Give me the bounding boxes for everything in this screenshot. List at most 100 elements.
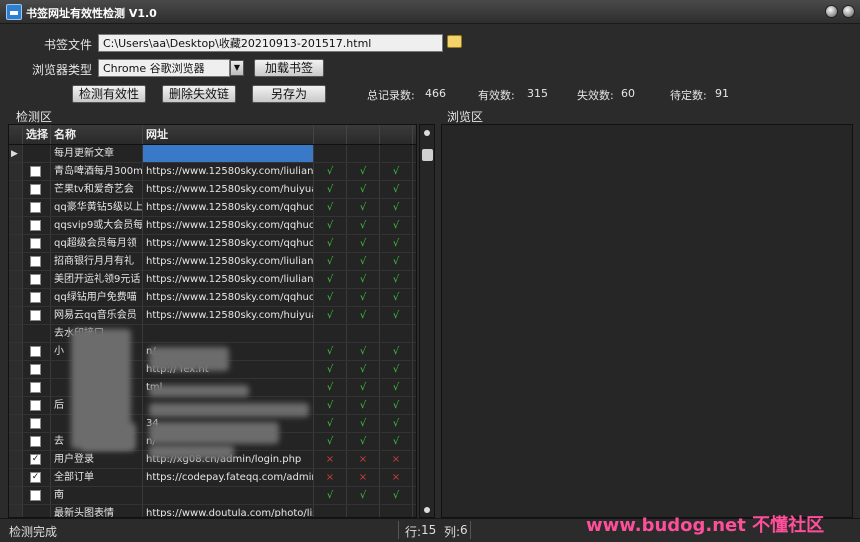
- row-checkbox[interactable]: [30, 166, 41, 177]
- table-row[interactable]: ✓ 全部订单https://codepay.fateqq.com/admin/#/…: [9, 469, 416, 487]
- row-checkbox[interactable]: [30, 256, 41, 267]
- table-row[interactable]: 网易云qq音乐会员https://www.12580sky.com/huiyua…: [9, 307, 416, 325]
- select-cell[interactable]: [23, 361, 51, 378]
- select-cell[interactable]: [23, 145, 51, 162]
- scroll-up-icon[interactable]: [424, 130, 430, 136]
- select-cell[interactable]: ✓: [23, 451, 51, 468]
- table-row[interactable]: 招商银行月月有礼 https://www.12580sky.com/liulian…: [9, 253, 416, 271]
- row-checkbox[interactable]: ✓: [30, 454, 41, 465]
- url-cell[interactable]: https://www.12580sky.com/liuliang/1552: [143, 163, 314, 180]
- name-cell[interactable]: 青岛啤酒每月300m: [51, 163, 143, 180]
- name-column-header[interactable]: 名称: [51, 125, 143, 144]
- row-header-cell[interactable]: [9, 199, 23, 216]
- table-row[interactable]: qq豪华黄钻5级以上 https://www.12580sky.com/qqhuo…: [9, 199, 416, 217]
- select-cell[interactable]: [23, 235, 51, 252]
- select-cell[interactable]: [23, 397, 51, 414]
- status-column-header-1[interactable]: [314, 125, 347, 144]
- row-header-cell[interactable]: [9, 415, 23, 432]
- grid-scrollbar[interactable]: [419, 124, 435, 518]
- name-cell[interactable]: 全部订单: [51, 469, 143, 486]
- table-row[interactable]: 美团开运礼领9元话 https://www.12580sky.com/liulia…: [9, 271, 416, 289]
- name-cell[interactable]: 招商银行月月有礼: [51, 253, 143, 270]
- row-checkbox[interactable]: [30, 184, 41, 195]
- row-header-cell[interactable]: [9, 325, 23, 342]
- row-checkbox[interactable]: [30, 346, 41, 357]
- status-column-header-3[interactable]: [380, 125, 413, 144]
- table-row[interactable]: 芒果tv和爱奇艺会https://www.12580sky.com/huiyua…: [9, 181, 416, 199]
- row-checkbox[interactable]: [30, 382, 41, 393]
- open-folder-icon[interactable]: [447, 35, 462, 48]
- name-cell[interactable]: qqsvip9或大会员每: [51, 217, 143, 234]
- url-cell[interactable]: https://www.doutula.com/photo/list/: [143, 505, 314, 517]
- load-bookmarks-button[interactable]: 加载书签: [254, 59, 324, 77]
- select-cell[interactable]: [23, 343, 51, 360]
- row-header-cell[interactable]: [9, 253, 23, 270]
- url-cell[interactable]: https://www.12580sky.com/qqhuodong/: [143, 235, 314, 252]
- url-cell[interactable]: https://www.12580sky.com/huiyuan/171: [143, 307, 314, 324]
- row-header-cell[interactable]: [9, 379, 23, 396]
- name-cell[interactable]: qq超级会员每月领: [51, 235, 143, 252]
- select-cell[interactable]: ✓: [23, 469, 51, 486]
- select-cell[interactable]: [23, 505, 51, 517]
- url-cell[interactable]: https://www.12580sky.com/qqhuodong/: [143, 199, 314, 216]
- row-header-cell[interactable]: [9, 163, 23, 180]
- row-header-cell[interactable]: [9, 361, 23, 378]
- row-checkbox[interactable]: [30, 490, 41, 501]
- url-cell[interactable]: https://www.12580sky.com/liuliang/2108: [143, 271, 314, 288]
- row-header-cell[interactable]: [9, 235, 23, 252]
- table-row[interactable]: 南 √ √ √: [9, 487, 416, 505]
- close-button[interactable]: [842, 5, 855, 18]
- name-cell[interactable]: 最新头图表情: [51, 505, 143, 517]
- select-cell[interactable]: [23, 325, 51, 342]
- row-checkbox[interactable]: [30, 220, 41, 231]
- row-header-cell[interactable]: [9, 181, 23, 198]
- row-checkbox[interactable]: ✓: [30, 472, 41, 483]
- select-column-header[interactable]: 选择: [23, 125, 51, 144]
- name-cell[interactable]: qq绿钻用户免费喵: [51, 289, 143, 306]
- row-header-cell[interactable]: [9, 397, 23, 414]
- row-checkbox[interactable]: [30, 274, 41, 285]
- url-cell[interactable]: https://www.12580sky.com/qqhuodong/: [143, 289, 314, 306]
- name-cell[interactable]: 南: [51, 487, 143, 504]
- select-cell[interactable]: [23, 433, 51, 450]
- name-cell[interactable]: 用户登录: [51, 451, 143, 468]
- select-cell[interactable]: [23, 217, 51, 234]
- scroll-down-icon[interactable]: [424, 507, 430, 513]
- select-cell[interactable]: [23, 163, 51, 180]
- url-column-header[interactable]: 网址: [143, 125, 314, 144]
- delete-invalid-button[interactable]: 删除失效链: [162, 85, 236, 103]
- url-cell[interactable]: https://www.12580sky.com/liuliang/1713: [143, 253, 314, 270]
- url-cell[interactable]: [143, 487, 314, 504]
- url-cell[interactable]: https://codepay.fateqq.com/admin/#/or: [143, 469, 314, 486]
- row-checkbox[interactable]: [30, 400, 41, 411]
- select-cell[interactable]: [23, 181, 51, 198]
- row-checkbox[interactable]: [30, 202, 41, 213]
- check-validity-button[interactable]: 检测有效性: [72, 85, 146, 103]
- name-cell[interactable]: qq豪华黄钻5级以上: [51, 199, 143, 216]
- row-header-cell[interactable]: [9, 217, 23, 234]
- table-row[interactable]: qqsvip9或大会员每 https://www.12580sky.com/qqh…: [9, 217, 416, 235]
- minimize-button[interactable]: [825, 5, 838, 18]
- select-cell[interactable]: [23, 289, 51, 306]
- status-column-header-2[interactable]: [347, 125, 380, 144]
- select-cell[interactable]: [23, 199, 51, 216]
- row-checkbox[interactable]: [30, 238, 41, 249]
- url-cell[interactable]: [143, 145, 314, 162]
- browse-panel[interactable]: [441, 124, 853, 518]
- row-header-cell[interactable]: [9, 307, 23, 324]
- row-header-cell[interactable]: [9, 469, 23, 486]
- row-header-cell[interactable]: [9, 289, 23, 306]
- select-cell[interactable]: [23, 415, 51, 432]
- save-as-button[interactable]: 另存为: [252, 85, 326, 103]
- table-row[interactable]: qq绿钻用户免费喵https://www.12580sky.com/qqhuod…: [9, 289, 416, 307]
- row-header-cell[interactable]: [9, 487, 23, 504]
- row-header-cell[interactable]: [9, 451, 23, 468]
- row-checkbox[interactable]: [30, 418, 41, 429]
- url-cell[interactable]: https://www.12580sky.com/huiyuan/184: [143, 181, 314, 198]
- row-checkbox[interactable]: [30, 436, 41, 447]
- row-checkbox[interactable]: [30, 292, 41, 303]
- select-cell[interactable]: [23, 271, 51, 288]
- name-cell[interactable]: 美团开运礼领9元话: [51, 271, 143, 288]
- table-row[interactable]: qq超级会员每月领https://www.12580sky.com/qqhuod…: [9, 235, 416, 253]
- row-checkbox[interactable]: [30, 364, 41, 375]
